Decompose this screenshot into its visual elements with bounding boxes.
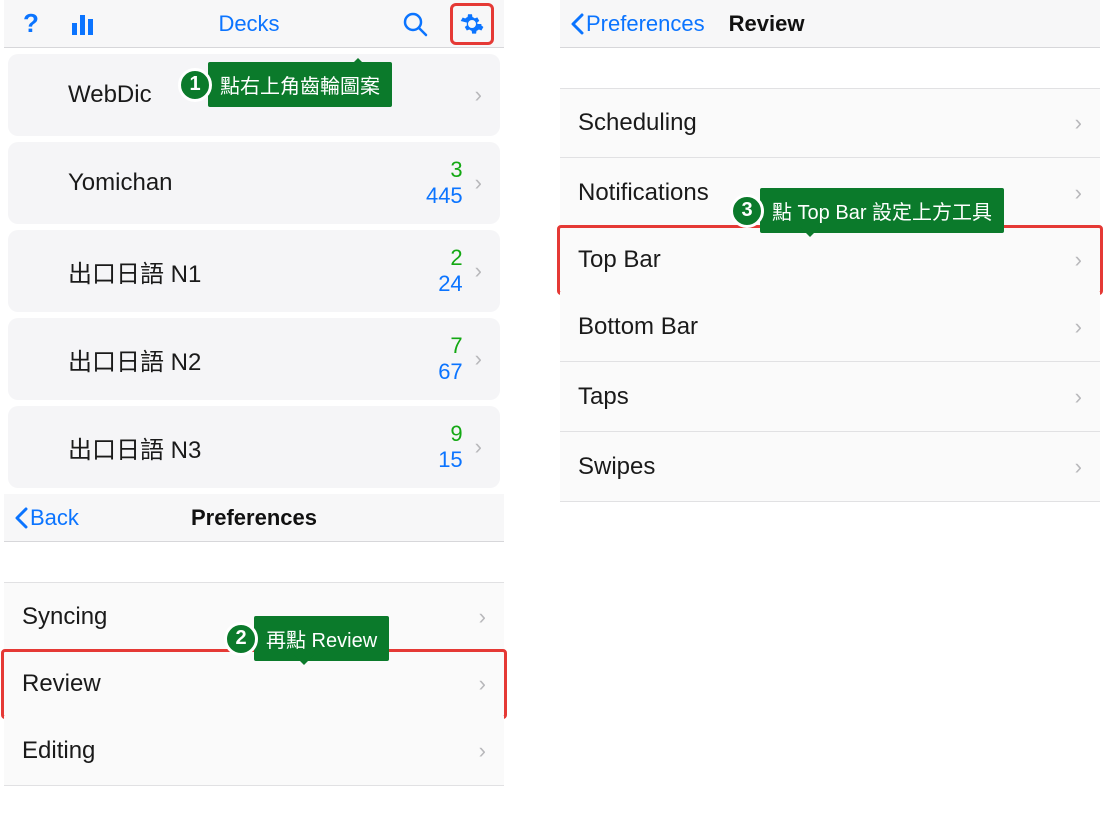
chevron-right-icon: › [479,604,486,630]
back-label: Back [30,505,79,531]
setting-label: Taps [578,383,1069,411]
back-button[interactable]: Preferences [570,11,705,37]
setting-row-top-bar[interactable]: Top Bar › [557,225,1103,295]
setting-row-swipes[interactable]: Swipes › [560,432,1100,502]
setting-row-scheduling[interactable]: Scheduling › [560,88,1100,158]
deck-new-count: 9 [450,421,462,447]
callout-3: 3 點 Top Bar 設定上方工具 [730,188,1004,233]
stats-icon[interactable] [66,7,100,41]
page-title: Review [729,11,805,37]
deck-due-count: 445 [426,183,463,209]
chevron-right-icon: › [1075,454,1082,480]
help-icon[interactable]: ? [14,7,48,41]
decks-title[interactable]: Decks [218,11,279,37]
page-title: Preferences [191,505,317,531]
callout-badge: 3 [730,194,764,228]
prefs-header: Back Preferences [4,494,504,542]
setting-label: Scheduling [578,109,1069,137]
callout-1: 1 點右上角齒輪圖案 [178,62,392,107]
setting-row-editing[interactable]: Editing › [4,716,504,786]
setting-label: Bottom Bar [578,313,1069,341]
chevron-right-icon: › [1075,314,1082,340]
setting-label: Top Bar [578,246,1069,274]
deck-due-count: 67 [438,359,462,385]
callout-text: 點右上角齒輪圖案 [208,62,392,107]
setting-label: Review [22,670,473,698]
deck-row[interactable]: 出口日語 N2 7 67 › [8,318,500,400]
deck-name: Yomichan [68,169,426,197]
callout-badge: 1 [178,68,212,102]
deck-name: 出口日語 N2 [68,342,438,377]
decks-header: ? Decks [4,0,504,48]
callout-badge: 2 [224,622,258,656]
callout-text: 再點 Review [254,616,389,661]
chevron-right-icon: › [479,671,486,697]
deck-row[interactable]: 出口日語 N3 9 15 › [8,406,500,488]
back-label: Preferences [586,11,705,37]
setting-row-bottom-bar[interactable]: Bottom Bar › [560,292,1100,362]
chevron-right-icon: › [1075,384,1082,410]
setting-row-taps[interactable]: Taps › [560,362,1100,432]
deck-new-count: 3 [450,157,462,183]
chevron-right-icon: › [475,434,482,460]
settings-gear-highlight [450,3,494,45]
deck-row[interactable]: 出口日語 N1 2 24 › [8,230,500,312]
chevron-right-icon: › [1075,180,1082,206]
svg-text:?: ? [23,10,39,38]
review-header: Preferences Review [560,0,1100,48]
deck-name: 出口日語 N1 [68,254,438,289]
chevron-right-icon: › [475,170,482,196]
callout-text: 點 Top Bar 設定上方工具 [760,188,1004,233]
chevron-right-icon: › [475,258,482,284]
deck-due-count: 15 [438,447,462,473]
back-button[interactable]: Back [14,505,79,531]
chevron-right-icon: › [1075,110,1082,136]
deck-name: 出口日語 N3 [68,430,438,465]
chevron-right-icon: › [475,82,482,108]
deck-new-count: 7 [450,333,462,359]
chevron-right-icon: › [1075,247,1082,273]
callout-2: 2 再點 Review [224,616,389,661]
deck-due-count: 24 [438,271,462,297]
search-icon[interactable] [398,7,432,41]
setting-label: Swipes [578,453,1069,481]
deck-new-count: 2 [450,245,462,271]
setting-label: Editing [22,737,473,765]
chevron-right-icon: › [479,738,486,764]
chevron-right-icon: › [475,346,482,372]
deck-row[interactable]: Yomichan 3 445 › [8,142,500,224]
gear-icon[interactable] [455,7,489,41]
